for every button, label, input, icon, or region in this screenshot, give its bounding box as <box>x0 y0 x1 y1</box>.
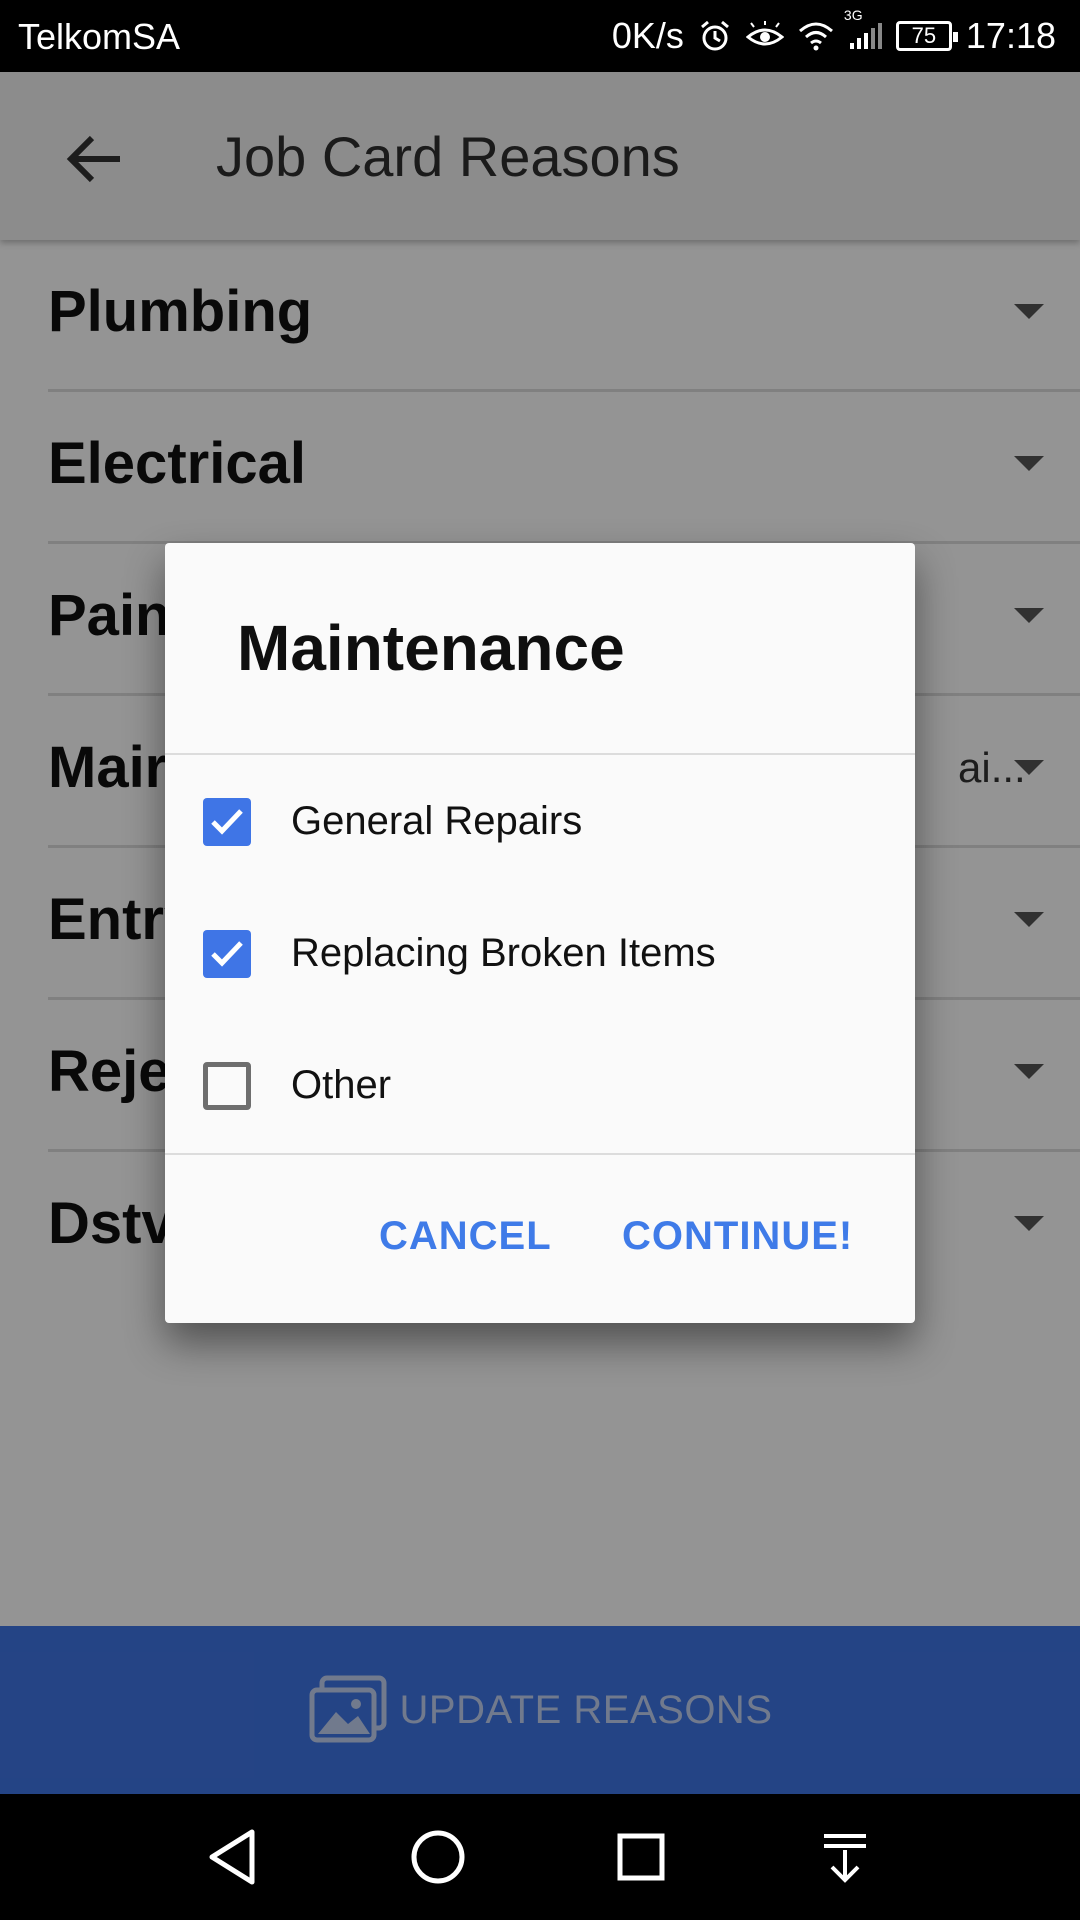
home-circle-icon <box>411 1830 465 1884</box>
recents-square-icon <box>617 1833 665 1881</box>
battery-icon: 75 <box>895 21 958 51</box>
network-type: 3G <box>843 7 863 23</box>
check-icon <box>211 809 243 835</box>
network-speed: 0K/s <box>611 15 684 56</box>
cancel-button[interactable]: CANCEL <box>379 1214 552 1259</box>
system-nav-bar <box>0 1794 1080 1920</box>
nav-back-button[interactable] <box>200 1824 266 1890</box>
nav-notification-button[interactable] <box>812 1824 878 1890</box>
dialog-divider <box>165 753 915 755</box>
dialog-title: Maintenance <box>237 612 625 684</box>
option-other[interactable]: Other <box>203 1032 883 1142</box>
option-replacing-broken-items[interactable]: Replacing Broken Items <box>203 900 883 1010</box>
checkbox-checked[interactable] <box>203 930 251 978</box>
status-icons: 0K/s 3G 75 17:18 <box>612 0 1056 72</box>
nav-home-button[interactable] <box>405 1824 471 1890</box>
option-label: General Repairs <box>291 799 583 843</box>
checkbox-unchecked[interactable] <box>203 1062 251 1110</box>
option-label: Other <box>291 1063 392 1107</box>
notification-pull-icon <box>824 1834 866 1883</box>
check-icon <box>211 941 243 967</box>
wifi-icon <box>798 21 834 51</box>
signal-icon: 3G <box>844 7 882 51</box>
dialog-divider <box>165 1153 915 1155</box>
carrier-name: TelkomSA <box>18 16 181 57</box>
battery-level: 75 <box>911 23 937 48</box>
eye-icon <box>745 21 784 51</box>
status-bar: TelkomSA 0K/s 3G 75 17:18 <box>0 0 1080 72</box>
option-general-repairs[interactable]: General Repairs <box>203 768 883 878</box>
checkbox-checked[interactable] <box>203 798 251 846</box>
maintenance-dialog: Maintenance General Repairs Replacing Br… <box>165 543 915 1323</box>
nav-recents-button[interactable] <box>608 1824 674 1890</box>
option-label: Replacing Broken Items <box>291 931 716 975</box>
continue-button[interactable]: CONTINUE! <box>622 1214 853 1259</box>
alarm-icon <box>698 19 732 53</box>
clock: 17:18 <box>965 15 1056 56</box>
back-triangle-icon <box>209 1829 255 1885</box>
